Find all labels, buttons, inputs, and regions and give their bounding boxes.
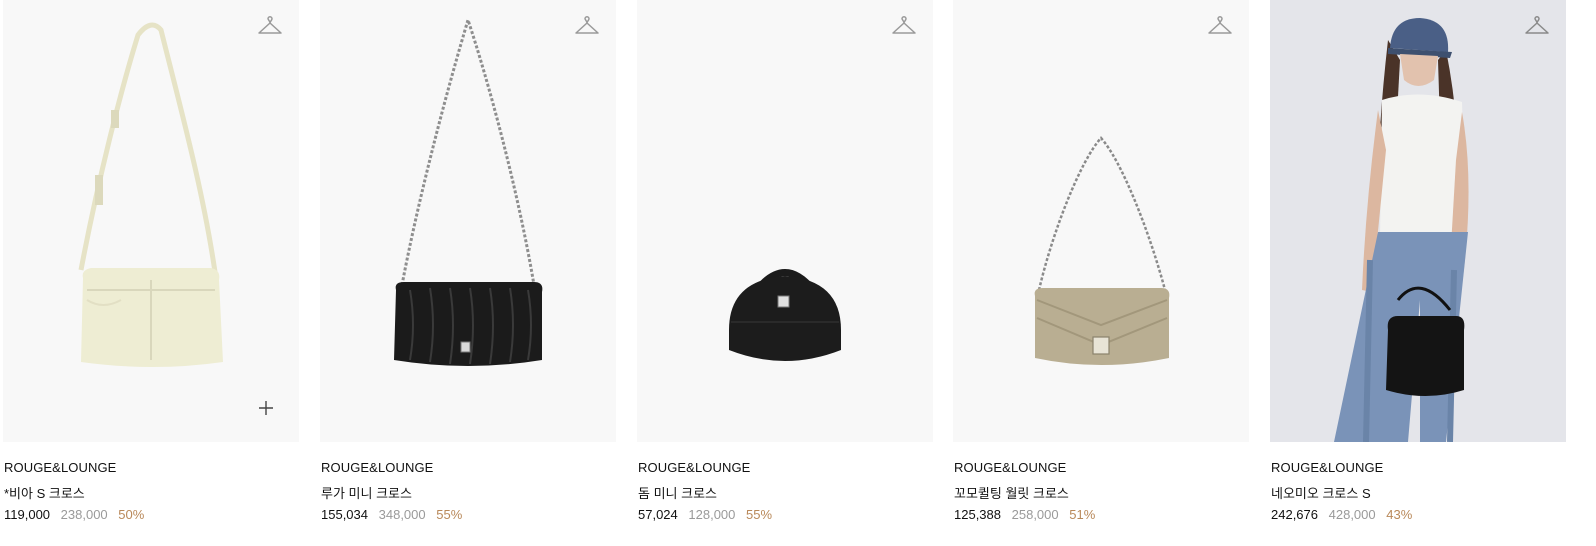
plus-icon[interactable] xyxy=(258,400,274,416)
hanger-icon[interactable] xyxy=(257,16,283,38)
brand-name: ROUGE&LOUNGE xyxy=(954,460,1067,475)
product-image[interactable] xyxy=(1270,0,1566,442)
product-name[interactable]: 돔 미니 크로스 xyxy=(638,483,717,502)
product-name[interactable]: 꼬모퀼팅 월릿 크로스 xyxy=(954,483,1069,502)
hanger-icon[interactable] xyxy=(891,16,917,38)
original-price: 238,000 xyxy=(60,507,108,522)
discount-rate: 43% xyxy=(1386,507,1413,522)
brand-name: ROUGE&LOUNGE xyxy=(638,460,751,475)
product-image[interactable] xyxy=(3,0,299,442)
discount-rate: 51% xyxy=(1069,507,1096,522)
product-card[interactable]: ROUGE&LOUNGE 꼬모퀼팅 월릿 크로스 125,388 258,000… xyxy=(953,0,1249,546)
price-row: 242,676 428,000 43% xyxy=(1271,507,1412,522)
original-price: 348,000 xyxy=(378,507,426,522)
sale-price: 119,000 xyxy=(4,507,51,522)
hanger-icon[interactable] xyxy=(1207,16,1233,38)
product-card[interactable]: ROUGE&LOUNGE 돔 미니 크로스 57,024 128,000 55% xyxy=(637,0,933,546)
price-row: 57,024 128,000 55% xyxy=(638,507,772,522)
product-image[interactable] xyxy=(320,0,616,442)
product-image[interactable] xyxy=(953,0,1249,442)
brand-name: ROUGE&LOUNGE xyxy=(321,460,434,475)
product-image[interactable] xyxy=(637,0,933,442)
original-price: 128,000 xyxy=(688,507,736,522)
beige-quilted-chain-wallet-image xyxy=(1034,136,1170,365)
original-price: 258,000 xyxy=(1011,507,1059,522)
price-row: 119,000 238,000 50% xyxy=(4,507,144,522)
model-with-black-bag-photo xyxy=(1270,0,1566,442)
product-name[interactable]: 네오미오 크로스 S xyxy=(1271,483,1371,502)
hanger-icon[interactable] xyxy=(574,16,600,38)
original-price: 428,000 xyxy=(1328,507,1376,522)
product-name[interactable]: 루가 미니 크로스 xyxy=(321,483,412,502)
cream-crossbody-bag-image xyxy=(78,22,223,367)
discount-rate: 55% xyxy=(746,507,773,522)
product-name[interactable]: *비아 S 크로스 xyxy=(4,483,85,502)
brand-name: ROUGE&LOUNGE xyxy=(4,460,117,475)
sale-price: 242,676 xyxy=(1271,507,1318,522)
discount-rate: 55% xyxy=(436,507,463,522)
product-grid: ROUGE&LOUNGE *비아 S 크로스 119,000 238,000 5… xyxy=(0,0,1596,546)
product-card[interactable]: ROUGE&LOUNGE 루가 미니 크로스 155,034 348,000 5… xyxy=(320,0,616,546)
brand-name: ROUGE&LOUNGE xyxy=(1271,460,1384,475)
sale-price: 155,034 xyxy=(321,507,368,522)
price-row: 155,034 348,000 55% xyxy=(321,507,462,522)
black-dome-mini-bag-image xyxy=(729,269,841,361)
discount-rate: 50% xyxy=(118,507,145,522)
black-pleated-chain-bag-image xyxy=(394,15,543,366)
price-row: 125,388 258,000 51% xyxy=(954,507,1095,522)
sale-price: 57,024 xyxy=(638,507,678,522)
hanger-icon[interactable] xyxy=(1524,16,1550,38)
product-card[interactable]: ROUGE&LOUNGE 네오미오 크로스 S 242,676 428,000 … xyxy=(1270,0,1566,546)
sale-price: 125,388 xyxy=(954,507,1001,522)
product-card[interactable]: ROUGE&LOUNGE *비아 S 크로스 119,000 238,000 5… xyxy=(3,0,299,546)
